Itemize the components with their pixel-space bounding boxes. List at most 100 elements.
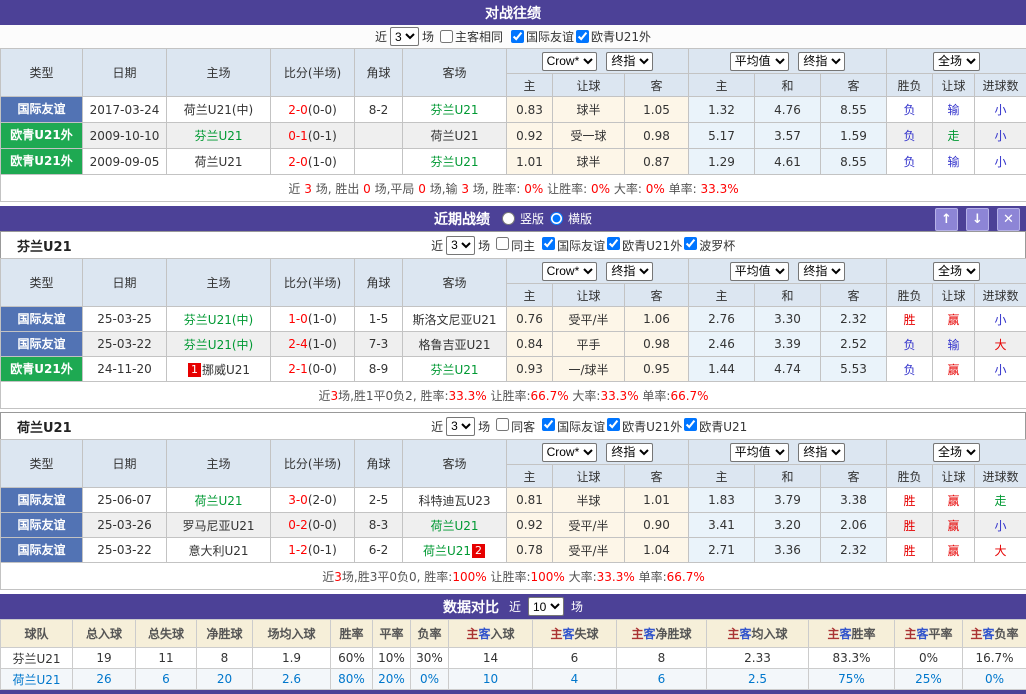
odds-away-cell: 1.05: [625, 97, 689, 123]
layout-horizontal-radio-label[interactable]: 横版: [548, 210, 592, 227]
league-friendly-checkbox-label[interactable]: 国际友谊: [509, 28, 574, 45]
team-cell: 芬兰U21: [1, 648, 73, 669]
avg-away-cell: 2.52: [821, 332, 887, 357]
finland-team-bar: 芬兰U21 近 3 场 同主 国际友谊 欧青U21外 波罗杯: [0, 231, 1026, 258]
type-badge: 国际友谊: [1, 97, 82, 122]
netherlands-friendly-checkbox[interactable]: [542, 418, 555, 431]
odds-handicap-cell: 半球: [553, 488, 625, 513]
odds-final-select[interactable]: 终指: [606, 52, 653, 71]
finland-euro-checkbox-label[interactable]: 欧青U21外: [605, 237, 682, 254]
type-cell: 国际友谊: [1, 538, 83, 563]
odds-away-cell: 0.87: [625, 149, 689, 175]
games-label: 场: [571, 598, 583, 615]
netherlands-euro-checkbox-label[interactable]: 欧青U21: [682, 418, 747, 435]
score-cell: 3-0(2-0): [271, 488, 355, 513]
odds-company-select[interactable]: Crow*: [542, 262, 597, 281]
netherlands-euroq-checkbox-label[interactable]: 欧青U21外: [605, 418, 682, 435]
same-venue-checkbox-label[interactable]: 主客相同: [438, 28, 503, 45]
finland-baltic-checkbox[interactable]: [684, 237, 697, 250]
finland-rounds-select[interactable]: 3: [446, 236, 475, 255]
table-row: 国际友谊 25-03-25 芬兰U21(中) 1-0(1-0) 1-5 斯洛文尼…: [1, 307, 1026, 332]
fulltime-select[interactable]: 全场: [933, 262, 980, 281]
avg-home-cell: 1.32: [689, 97, 755, 123]
rank-badge: 2: [472, 544, 485, 558]
netherlands-euro-checkbox[interactable]: [684, 418, 697, 431]
avg-select[interactable]: 平均值: [730, 52, 789, 71]
col-score: 比分(半场): [271, 259, 355, 307]
home-cell: 意大利U21: [167, 538, 271, 563]
finland-friendly-checkbox-label[interactable]: 国际友谊: [540, 237, 605, 254]
type-cell: 国际友谊: [1, 97, 83, 123]
table-row: 国际友谊 25-06-07 荷兰U21 3-0(2-0) 2-5 科特迪瓦U23…: [1, 488, 1026, 513]
fulltime-select[interactable]: 全场: [933, 443, 980, 462]
goals-result-cell: 小: [975, 149, 1026, 175]
same-away-checkbox-label[interactable]: 同客: [494, 418, 535, 435]
finland-friendly-checkbox[interactable]: [542, 237, 555, 250]
move-down-button[interactable]: ↓: [966, 208, 989, 231]
handicap-result-cell: 输: [933, 97, 975, 123]
netherlands-friendly-checkbox-label[interactable]: 国际友谊: [540, 418, 605, 435]
finland-filter-row: 近 3 场 同主 国际友谊 欧青U21外 波罗杯: [431, 236, 735, 255]
avg-final-select[interactable]: 终指: [798, 52, 845, 71]
league-euro-checkbox-label[interactable]: 欧青U21外: [574, 28, 651, 45]
fulltime-select[interactable]: 全场: [933, 52, 980, 71]
h2h-rounds-select[interactable]: 3: [390, 27, 419, 46]
score-cell: 1-0(1-0): [271, 307, 355, 332]
home-cell: 荷兰U21: [167, 488, 271, 513]
close-button[interactable]: ✕: [997, 208, 1020, 231]
col-odds-away: 客: [625, 74, 689, 97]
fulltime-header-cell: 全场: [887, 259, 1026, 284]
finland-baltic-checkbox-label[interactable]: 波罗杯: [682, 237, 735, 254]
date-cell: 2009-09-05: [83, 149, 167, 175]
finland-euro-checkbox[interactable]: [607, 237, 620, 250]
comparison-rounds-select[interactable]: 10: [528, 597, 564, 616]
avg-draw-cell: 4.74: [755, 357, 821, 382]
col-handicap-result: 让球: [933, 74, 975, 97]
handicap-result-cell: 输: [933, 149, 975, 175]
layout-horizontal-radio[interactable]: [550, 212, 563, 225]
same-home-checkbox[interactable]: [496, 237, 509, 250]
odds-handicap-cell: 球半: [553, 97, 625, 123]
avg-select[interactable]: 平均值: [730, 443, 789, 462]
h2h-filter-row: 近 3 场 主客相同 国际友谊 欧青U21外: [0, 25, 1026, 48]
odds-company-select[interactable]: Crow*: [542, 443, 597, 462]
netherlands-euroq-checkbox[interactable]: [607, 418, 620, 431]
same-venue-checkbox[interactable]: [440, 30, 453, 43]
layout-vertical-radio-label[interactable]: 竖版: [500, 210, 544, 227]
home-cell: 芬兰U21(中): [167, 307, 271, 332]
league-euro-checkbox[interactable]: [576, 30, 589, 43]
winloss-cell: 负: [887, 123, 933, 149]
type-cell: 欧青U21外: [1, 149, 83, 175]
score-cell: 0-2(0-0): [271, 513, 355, 538]
home-cell: 荷兰U21: [167, 149, 271, 175]
layout-vertical-radio[interactable]: [502, 212, 515, 225]
avg-final-select[interactable]: 终指: [798, 443, 845, 462]
type-cell: 欧青U21外: [1, 123, 83, 149]
table-row: 国际友谊 25-03-22 芬兰U21(中) 2-4(1-0) 7-3 格鲁吉亚…: [1, 332, 1026, 357]
date-cell: 25-03-26: [83, 513, 167, 538]
col-corner: 角球: [355, 259, 403, 307]
col-handicap-result: 让球: [933, 284, 975, 307]
odds-handicap-cell: 平手: [553, 332, 625, 357]
move-up-button[interactable]: ↑: [935, 208, 958, 231]
same-home-checkbox-label[interactable]: 同主: [494, 237, 535, 254]
odds-final-select[interactable]: 终指: [606, 443, 653, 462]
away-cell: 科特迪瓦U23: [403, 488, 507, 513]
odds-final-select[interactable]: 终指: [606, 262, 653, 281]
same-away-checkbox[interactable]: [496, 418, 509, 431]
date-cell: 24-11-20: [83, 357, 167, 382]
goals-result-cell: 小: [975, 97, 1026, 123]
type-cell: 欧青U21外: [1, 357, 83, 382]
avg-select[interactable]: 平均值: [730, 262, 789, 281]
league-friendly-checkbox[interactable]: [511, 30, 524, 43]
goals-result-cell: 大: [975, 538, 1026, 563]
odds-company-select[interactable]: Crow*: [542, 52, 597, 71]
col-home: 主场: [167, 259, 271, 307]
team-cell: 荷兰U21: [1, 669, 73, 690]
games-label: 场: [478, 418, 490, 435]
col-date: 日期: [83, 49, 167, 97]
netherlands-table: 类型 日期 主场 比分(半场) 角球 客场 Crow* 终指 平均值 终指 全场…: [0, 439, 1026, 590]
avg-final-select[interactable]: 终指: [798, 262, 845, 281]
winloss-cell: 胜: [887, 488, 933, 513]
netherlands-rounds-select[interactable]: 3: [446, 417, 475, 436]
